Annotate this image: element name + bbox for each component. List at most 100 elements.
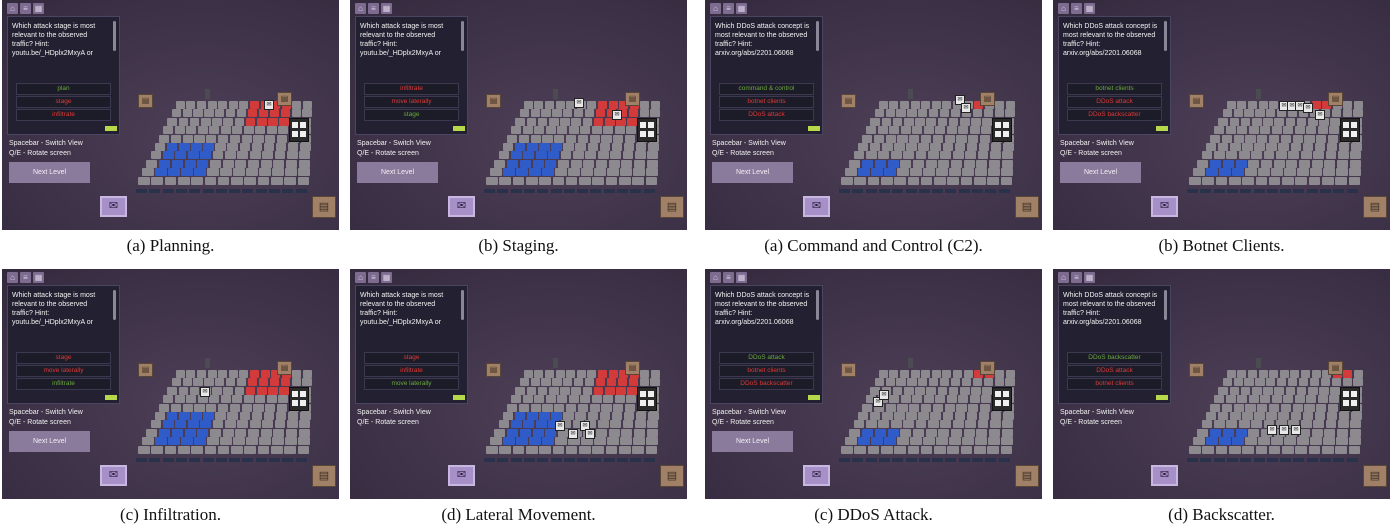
board-tile[interactable]: [287, 420, 298, 429]
board-tile[interactable]: [530, 403, 541, 412]
board-tile[interactable]: [1269, 101, 1279, 109]
board-tile[interactable]: [1348, 445, 1361, 454]
board-tile[interactable]: [248, 428, 260, 437]
envelope-icon[interactable]: ✉: [1151, 465, 1178, 486]
board-tile[interactable]: [1248, 101, 1257, 109]
board-tile[interactable]: [534, 370, 544, 378]
answer-option[interactable]: DDoS backscatter: [1067, 109, 1162, 121]
board-tile[interactable]: [989, 428, 1001, 437]
packet-piece[interactable]: ✉: [1279, 425, 1289, 435]
board-tile[interactable]: [1257, 403, 1268, 412]
board-tile[interactable]: [560, 386, 570, 395]
board-tile[interactable]: [155, 437, 167, 446]
board-tile[interactable]: [974, 445, 986, 454]
board-tile[interactable]: [222, 159, 234, 168]
board-tile[interactable]: [995, 370, 1005, 378]
board-tile[interactable]: [1278, 143, 1289, 151]
board-tile[interactable]: [1302, 143, 1314, 151]
board-tile[interactable]: [1003, 143, 1014, 151]
board-tile[interactable]: [1001, 428, 1013, 437]
board-tile[interactable]: [594, 437, 606, 446]
board-tile[interactable]: [566, 134, 577, 143]
board-tile[interactable]: [1197, 428, 1209, 437]
board-tile[interactable]: [177, 445, 190, 454]
board-tile[interactable]: [548, 151, 559, 160]
board-tile[interactable]: [280, 378, 290, 387]
board-tile[interactable]: [534, 395, 545, 404]
board-tile[interactable]: [635, 412, 647, 420]
board-tile[interactable]: [971, 386, 981, 395]
board-tile[interactable]: [259, 168, 271, 177]
board-tile[interactable]: [163, 126, 174, 135]
board-tile[interactable]: [519, 109, 529, 118]
board-tile[interactable]: [207, 437, 219, 446]
board-tile[interactable]: [1276, 151, 1287, 160]
question-scrollbar[interactable]: [1164, 290, 1167, 320]
board-tile[interactable]: [989, 159, 1001, 168]
board-tile[interactable]: [635, 420, 646, 429]
board-tile[interactable]: [537, 117, 548, 126]
next-level-button[interactable]: Next Level: [712, 431, 793, 452]
board-tile[interactable]: [918, 378, 928, 387]
board-tile[interactable]: [1242, 176, 1254, 185]
answer-option[interactable]: stage: [16, 352, 111, 364]
board-tile[interactable]: [937, 386, 948, 395]
board-tile[interactable]: [1342, 109, 1352, 118]
board-tile[interactable]: [622, 420, 634, 429]
packet-piece[interactable]: ✉: [585, 429, 595, 439]
board-tile[interactable]: [554, 403, 565, 412]
board-tile[interactable]: [1230, 143, 1241, 151]
board-tile[interactable]: [978, 143, 990, 151]
board-tile[interactable]: [938, 159, 950, 168]
board-tile[interactable]: [595, 109, 606, 118]
board-tile[interactable]: [1279, 370, 1289, 378]
board-tile[interactable]: [903, 420, 914, 429]
board-tile[interactable]: [1205, 412, 1217, 420]
board-tile[interactable]: [900, 101, 909, 109]
board-tile[interactable]: [231, 176, 243, 185]
board-tile[interactable]: [191, 412, 202, 420]
board-tile[interactable]: [207, 168, 219, 177]
envelope-icon[interactable]: ✉: [448, 196, 475, 217]
board-tile[interactable]: [1263, 386, 1273, 395]
board-tile[interactable]: [928, 420, 939, 429]
board-tile[interactable]: [599, 412, 611, 420]
board-tile[interactable]: [186, 101, 196, 109]
board-tile[interactable]: [179, 143, 190, 151]
board-tile[interactable]: [921, 370, 931, 378]
board-tile[interactable]: [1003, 412, 1014, 420]
packet-piece[interactable]: ✉: [1315, 110, 1325, 120]
board-tile[interactable]: [503, 437, 515, 446]
board-tile[interactable]: [880, 176, 893, 185]
board-tile[interactable]: [232, 395, 243, 404]
board-tile[interactable]: [1232, 168, 1244, 177]
board-tile[interactable]: [1230, 412, 1241, 420]
board-tile[interactable]: [182, 378, 192, 387]
board-tile[interactable]: [987, 445, 999, 454]
board-tile[interactable]: [262, 151, 273, 160]
board-tile[interactable]: [1201, 151, 1213, 160]
board-tile[interactable]: [923, 395, 934, 404]
board-tile[interactable]: [1006, 101, 1015, 109]
list-icon[interactable]: ≡: [1071, 272, 1082, 283]
board-tile[interactable]: [507, 159, 519, 168]
crate-icon[interactable]: ▤: [660, 465, 684, 487]
board-tile[interactable]: [302, 378, 312, 387]
board-tile[interactable]: [163, 395, 174, 404]
board-tile[interactable]: [1300, 420, 1312, 429]
board-tile[interactable]: [549, 386, 559, 395]
board-tile[interactable]: [1317, 126, 1328, 135]
board-tile[interactable]: [1330, 386, 1340, 395]
board-tile[interactable]: [268, 117, 278, 126]
board-tile[interactable]: [918, 109, 928, 118]
board-tile[interactable]: [858, 437, 870, 446]
board-tile[interactable]: [302, 109, 312, 118]
board-tile[interactable]: [1217, 412, 1229, 420]
confirm-indicator[interactable]: [1156, 395, 1168, 400]
board-tile[interactable]: [194, 437, 206, 446]
board-tile[interactable]: [527, 143, 538, 151]
board-tile[interactable]: [245, 386, 256, 395]
board-tile[interactable]: [1290, 143, 1301, 151]
board-tile[interactable]: [1297, 437, 1309, 446]
board-tile[interactable]: [299, 151, 311, 160]
